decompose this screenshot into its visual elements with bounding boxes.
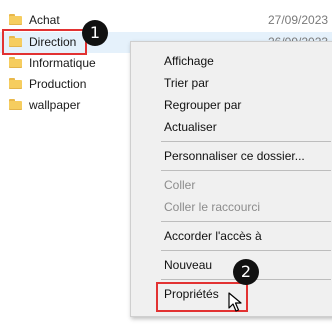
file-date: 27/09/2023 1: [268, 13, 332, 27]
menu-item-affichage[interactable]: Affichage: [164, 54, 214, 68]
file-name: Production: [29, 77, 87, 91]
folder-row-achat[interactable]: Achat 27/09/2023 1: [0, 10, 332, 31]
menu-separator: [161, 141, 331, 142]
menu-item-actualiser[interactable]: Actualiser: [164, 120, 217, 134]
menu-separator: [161, 221, 331, 222]
menu-item-coller-raccourci[interactable]: Coller le raccourci: [164, 200, 260, 214]
file-name: wallpaper: [29, 98, 81, 112]
menu-item-accorder-acces[interactable]: Accorder l'accès à: [164, 229, 262, 243]
folder-icon: [9, 14, 22, 25]
menu-item-trier-par[interactable]: Trier par: [164, 76, 209, 90]
file-name: Achat: [29, 13, 60, 27]
menu-item-nouveau[interactable]: Nouveau: [164, 258, 212, 272]
annotation-highlight-direction: [2, 29, 87, 55]
mouse-pointer-icon: [228, 292, 242, 312]
menu-separator: [161, 170, 331, 171]
context-menu: Affichage Trier par Regrouper par Actual…: [130, 41, 332, 317]
step-badge-2: 2: [233, 259, 259, 285]
folder-icon: [9, 99, 22, 110]
menu-item-personnaliser[interactable]: Personnaliser ce dossier...: [164, 149, 305, 163]
file-name: Informatique: [29, 56, 96, 70]
folder-icon: [9, 78, 22, 89]
menu-separator: [161, 250, 331, 251]
step-badge-1: 1: [82, 20, 108, 46]
folder-icon: [9, 57, 22, 68]
menu-item-regrouper-par[interactable]: Regrouper par: [164, 98, 241, 112]
menu-item-coller[interactable]: Coller: [164, 178, 195, 192]
